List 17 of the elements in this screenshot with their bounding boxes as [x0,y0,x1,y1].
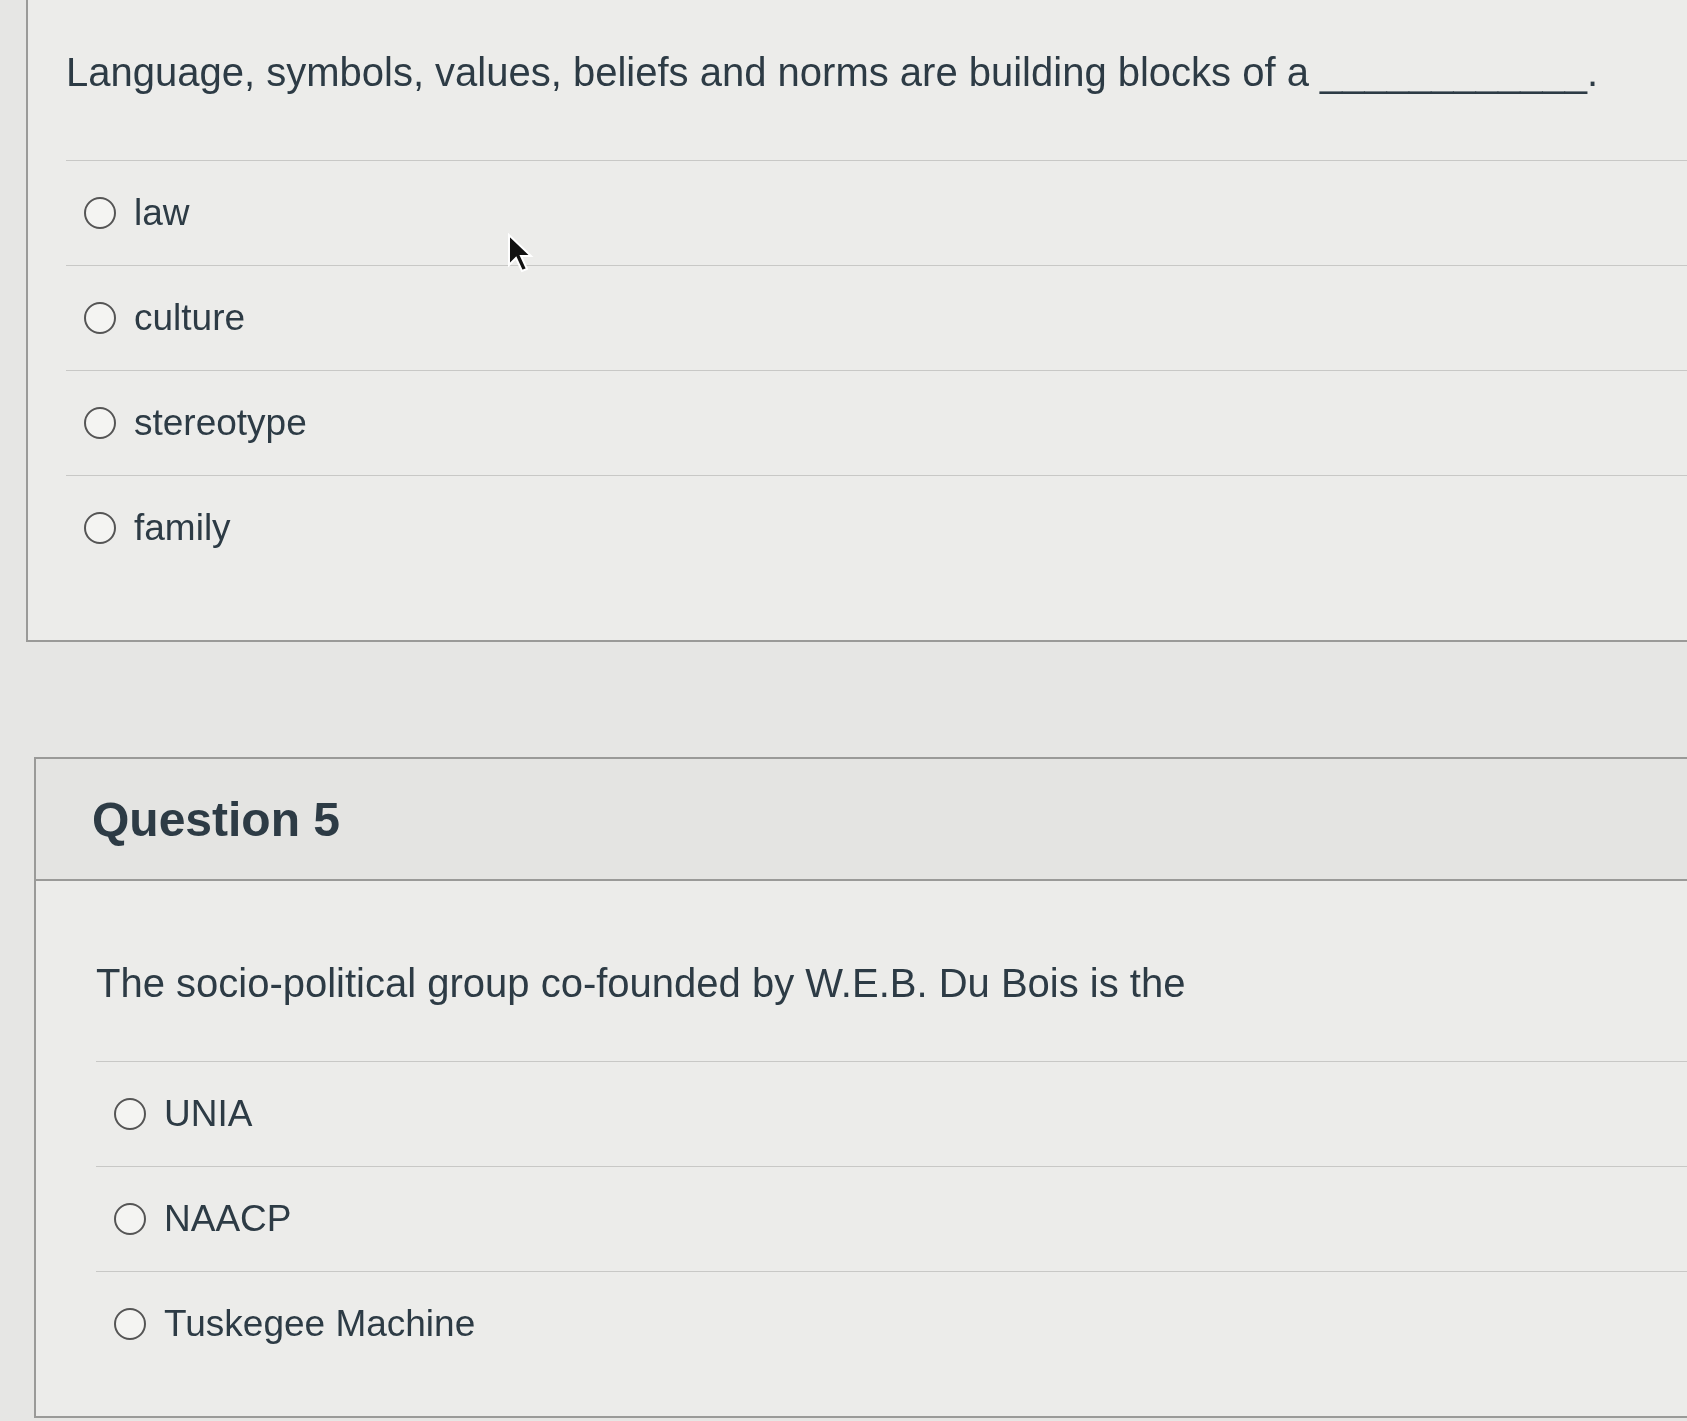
option-label[interactable]: NAACP [164,1198,292,1240]
radio-button[interactable] [84,407,116,439]
question-text: Language, symbols, values, beliefs and norms are building blocks of a ____________. [66,50,1687,161]
option-label[interactable]: culture [134,297,246,339]
radio-button[interactable] [114,1098,146,1130]
option-label[interactable]: stereotype [134,402,307,444]
option-label[interactable]: law [134,192,190,234]
radio-button[interactable] [84,302,116,334]
radio-button[interactable] [114,1203,146,1235]
option-label[interactable]: family [134,507,231,549]
question-text: The socio-political group co-founded by W.E.B. Du Bois is the [96,961,1687,1062]
radio-button[interactable] [84,197,116,229]
option-label[interactable]: UNIA [164,1093,253,1135]
question-title: Question 5 [92,791,341,847]
option-label[interactable]: Tuskegee Machine [164,1303,476,1345]
radio-button[interactable] [84,512,116,544]
radio-button[interactable] [114,1308,146,1340]
